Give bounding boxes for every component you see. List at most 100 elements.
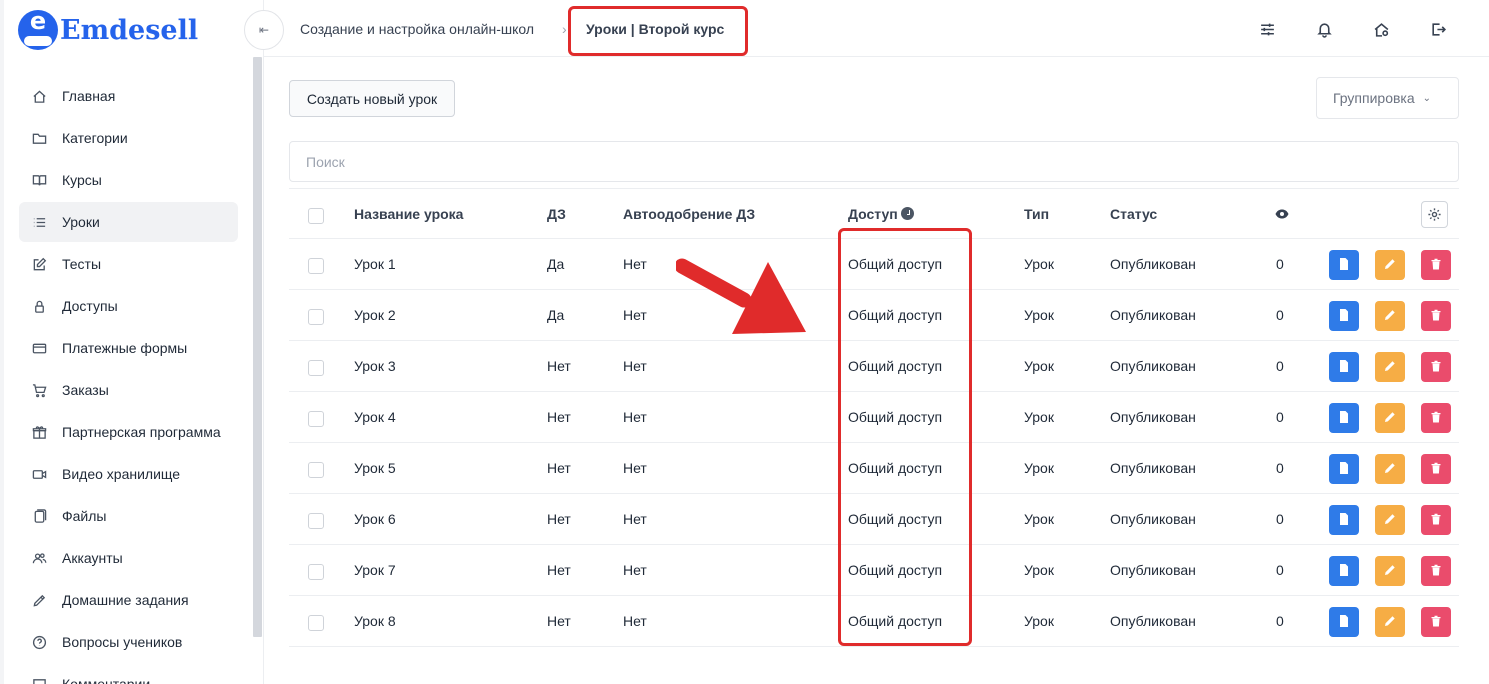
auto-approve-value: Нет (623, 358, 647, 374)
delete-lesson-button[interactable] (1421, 403, 1451, 433)
lesson-name[interactable]: Урок 8 (354, 596, 396, 646)
sidebar-item-label: Уроки (62, 214, 100, 230)
edit-lesson-button[interactable] (1375, 352, 1405, 382)
column-status[interactable]: Статус (1110, 189, 1157, 239)
edit-lesson-button[interactable] (1375, 556, 1405, 586)
delete-lesson-button[interactable] (1421, 250, 1451, 280)
row-checkbox[interactable] (308, 360, 324, 376)
lesson-name[interactable]: Урок 6 (354, 494, 396, 544)
pencil-icon (1383, 257, 1397, 274)
search-input[interactable]: Поиск (289, 141, 1459, 182)
lesson-name[interactable]: Урок 1 (354, 239, 396, 289)
auto-approve-value: Нет (623, 460, 647, 476)
row-checkbox[interactable] (308, 309, 324, 325)
sidebar-item-12[interactable]: Аккаунты (19, 538, 238, 578)
sidebar-item-2[interactable]: Категории (19, 118, 238, 158)
edit-lesson-button[interactable] (1375, 454, 1405, 484)
home-settings-icon[interactable] (1370, 18, 1392, 40)
view-lesson-button[interactable] (1329, 352, 1359, 382)
folder-icon (31, 130, 47, 146)
sidebar-item-13[interactable]: Домашние задания (19, 580, 238, 620)
sidebar-item-5[interactable]: Тесты (19, 244, 238, 284)
document-icon (1337, 563, 1351, 580)
sidebar-item-1[interactable]: Главная (19, 76, 238, 116)
column-homework[interactable]: ДЗ (547, 189, 566, 239)
pencil-icon (1383, 614, 1397, 631)
row-checkbox[interactable] (308, 411, 324, 427)
sidebar-item-label: Видео хранилище (62, 466, 181, 482)
pencil-icon (1383, 512, 1397, 529)
column-auto-approve[interactable]: Автоодобрение ДЗ (623, 189, 755, 239)
status-value: Опубликован (1110, 562, 1196, 578)
row-checkbox[interactable] (308, 462, 324, 478)
sidebar-item-6[interactable]: Доступы (19, 286, 238, 326)
delete-lesson-button[interactable] (1421, 505, 1451, 535)
view-lesson-button[interactable] (1329, 250, 1359, 280)
sidebar-item-15[interactable]: Комментарии (19, 664, 238, 684)
auto-approve-value: Нет (623, 307, 647, 323)
window-edge (0, 0, 4, 684)
logo[interactable]: e Emdesell (18, 10, 198, 50)
row-checkbox[interactable] (308, 258, 324, 274)
grouping-dropdown[interactable]: Группировка ⌄ (1316, 77, 1459, 119)
sidebar-item-7[interactable]: Платежные формы (19, 328, 238, 368)
lesson-name[interactable]: Урок 3 (354, 341, 396, 391)
sidebar-item-11[interactable]: Файлы (19, 496, 238, 536)
row-checkbox[interactable] (308, 615, 324, 631)
sidebar-item-4[interactable]: Уроки (19, 202, 238, 242)
document-icon (1337, 461, 1351, 478)
edit-lesson-button[interactable] (1375, 403, 1405, 433)
brand-name: Emdesell (60, 14, 199, 46)
view-lesson-button[interactable] (1329, 607, 1359, 637)
column-type[interactable]: Тип (1024, 189, 1049, 239)
sidebar-item-label: Категории (62, 130, 128, 146)
edit-lesson-button[interactable] (1375, 607, 1405, 637)
clock-icon (900, 207, 914, 220)
view-lesson-button[interactable] (1329, 403, 1359, 433)
access-column-highlight-annotation (838, 228, 972, 646)
lesson-name[interactable]: Урок 2 (354, 290, 396, 340)
create-lesson-button[interactable]: Создать новый урок (289, 80, 455, 117)
trash-icon (1429, 512, 1443, 529)
sidebar-item-label: Партнерская программа (62, 424, 221, 440)
view-lesson-button[interactable] (1329, 556, 1359, 586)
sidebar-item-label: Доступы (62, 298, 118, 314)
row-checkbox[interactable] (308, 513, 324, 529)
view-lesson-button[interactable] (1329, 505, 1359, 535)
auto-approve-value: Нет (623, 511, 647, 527)
edit-lesson-button[interactable] (1375, 250, 1405, 280)
select-all-checkbox[interactable] (308, 208, 324, 224)
sidebar-item-label: Платежные формы (62, 340, 188, 356)
sidebar-item-14[interactable]: Вопросы учеников (19, 622, 238, 662)
breadcrumb-parent[interactable]: Создание и настройка онлайн-школ (300, 21, 534, 37)
view-lesson-button[interactable] (1329, 454, 1359, 484)
status-value: Опубликован (1110, 613, 1196, 629)
trash-icon (1429, 461, 1443, 478)
homework-value: Да (547, 307, 565, 323)
sidebar-scrollbar[interactable] (253, 57, 262, 637)
column-name[interactable]: Название урока (354, 189, 463, 239)
table-settings-button[interactable] (1421, 201, 1448, 228)
lesson-name[interactable]: Урок 4 (354, 392, 396, 442)
sidebar-item-9[interactable]: Партнерская программа (19, 412, 238, 452)
chevron-down-icon: ⌄ (1422, 92, 1432, 104)
collapse-sidebar-button[interactable]: ⇤ (244, 10, 284, 50)
sidebar-item-3[interactable]: Курсы (19, 160, 238, 200)
sidebar-item-label: Главная (62, 88, 116, 104)
logout-icon[interactable] (1427, 18, 1449, 40)
lesson-name[interactable]: Урок 7 (354, 545, 396, 595)
delete-lesson-button[interactable] (1421, 556, 1451, 586)
delete-lesson-button[interactable] (1421, 607, 1451, 637)
lesson-name[interactable]: Урок 5 (354, 443, 396, 493)
delete-lesson-button[interactable] (1421, 454, 1451, 484)
sidebar-item-10[interactable]: Видео хранилище (19, 454, 238, 494)
edit-lesson-button[interactable] (1375, 301, 1405, 331)
delete-lesson-button[interactable] (1421, 301, 1451, 331)
edit-lesson-button[interactable] (1375, 505, 1405, 535)
delete-lesson-button[interactable] (1421, 352, 1451, 382)
sliders-icon[interactable] (1256, 18, 1278, 40)
view-lesson-button[interactable] (1329, 301, 1359, 331)
bell-icon[interactable] (1313, 18, 1335, 40)
row-checkbox[interactable] (308, 564, 324, 580)
sidebar-item-8[interactable]: Заказы (19, 370, 238, 410)
